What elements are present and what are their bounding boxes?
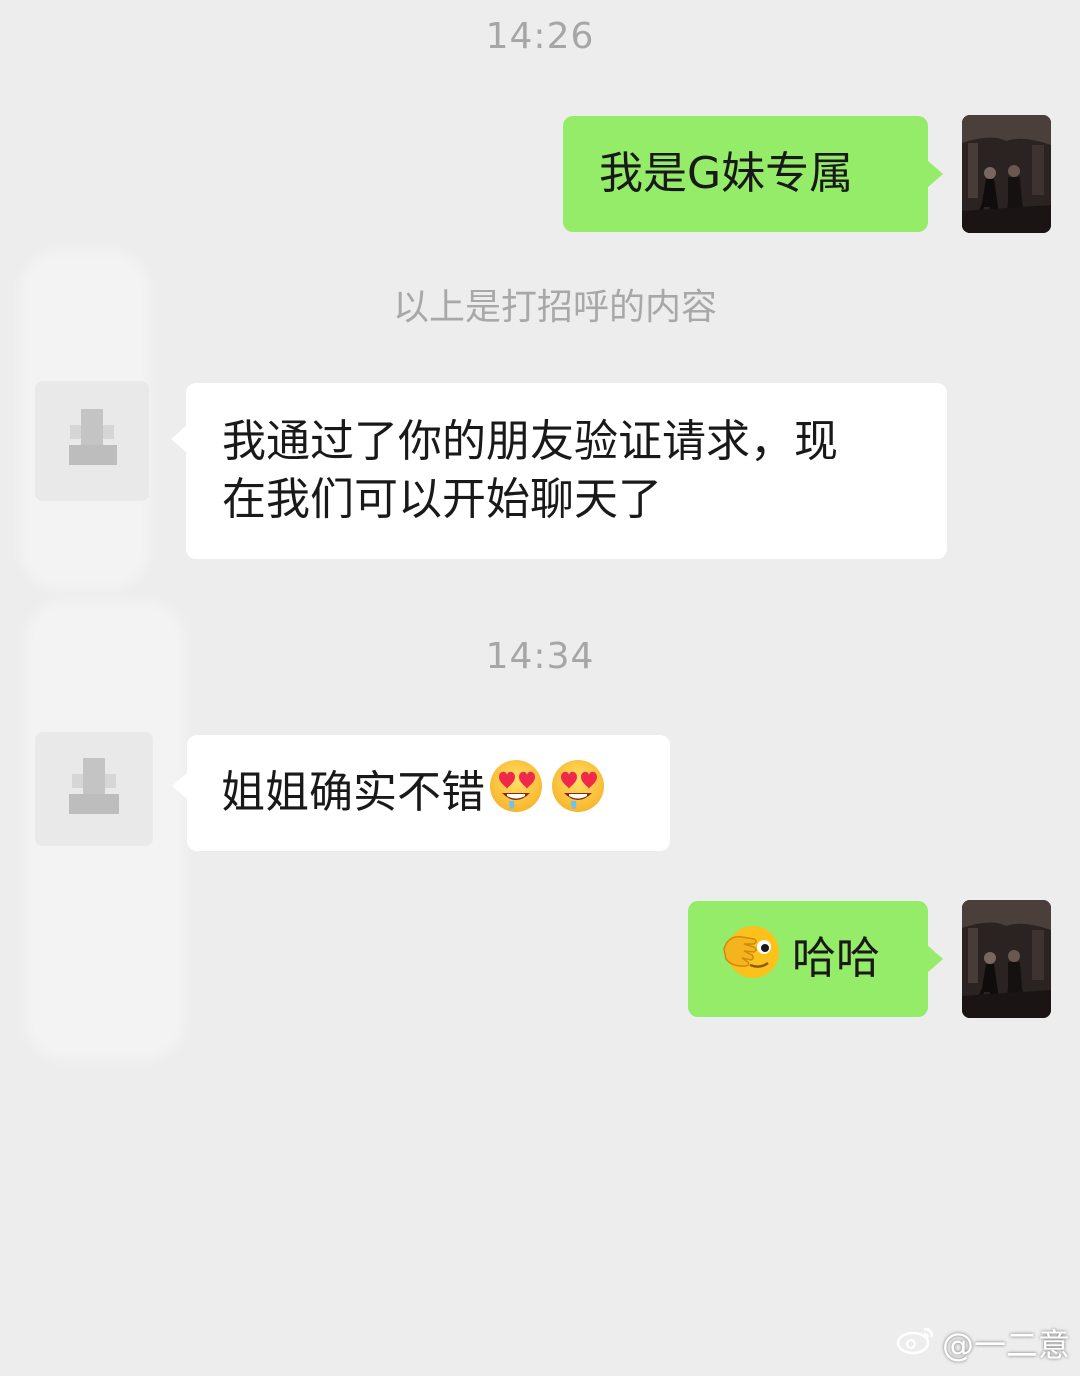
- contact-avatar-placeholder[interactable]: [35, 732, 153, 846]
- message-text: 姐姐确实不错: [221, 767, 485, 818]
- bubble-tail: [927, 160, 943, 188]
- default-avatar-icon: [35, 732, 153, 846]
- incoming-message-bubble[interactable]: 我通过了你的朋友验证请求，现 在我们可以开始聊天了: [186, 383, 947, 559]
- bubble-tail: [927, 945, 943, 973]
- heart-eyes-drooling-emoji: [487, 757, 545, 830]
- system-note: 以上是打招呼的内容: [392, 287, 717, 328]
- contact-avatar-placeholder[interactable]: [35, 381, 149, 501]
- face-with-hand-over-eye-emoji: [720, 921, 782, 998]
- avatar-photo: [962, 115, 1051, 233]
- outgoing-message-bubble[interactable]: 哈哈: [688, 901, 928, 1017]
- message-text: 哈哈: [792, 933, 880, 984]
- bubble-tail: [172, 772, 188, 800]
- watermark-text: @一二意: [941, 1326, 1070, 1364]
- heart-eyes-drooling-emoji: [549, 757, 607, 830]
- my-avatar[interactable]: [962, 900, 1051, 1018]
- bubble-tail: [171, 425, 187, 453]
- timestamp: 14:26: [485, 16, 595, 57]
- avatar-photo: [962, 900, 1051, 1018]
- weibo-icon: [896, 1323, 936, 1363]
- timestamp: 14:34: [485, 636, 595, 677]
- message-text: 我是G妹专属: [599, 148, 854, 199]
- message-text-line: 在我们可以开始聊天了: [222, 474, 662, 525]
- default-avatar-icon: [35, 381, 149, 501]
- my-avatar[interactable]: [962, 115, 1051, 233]
- incoming-message-bubble[interactable]: 姐姐确实不错: [187, 735, 670, 851]
- message-text-line: 我通过了你的朋友验证请求，现: [222, 416, 838, 467]
- watermark: @一二意: [896, 1320, 1070, 1366]
- outgoing-message-bubble[interactable]: 我是G妹专属: [563, 116, 928, 232]
